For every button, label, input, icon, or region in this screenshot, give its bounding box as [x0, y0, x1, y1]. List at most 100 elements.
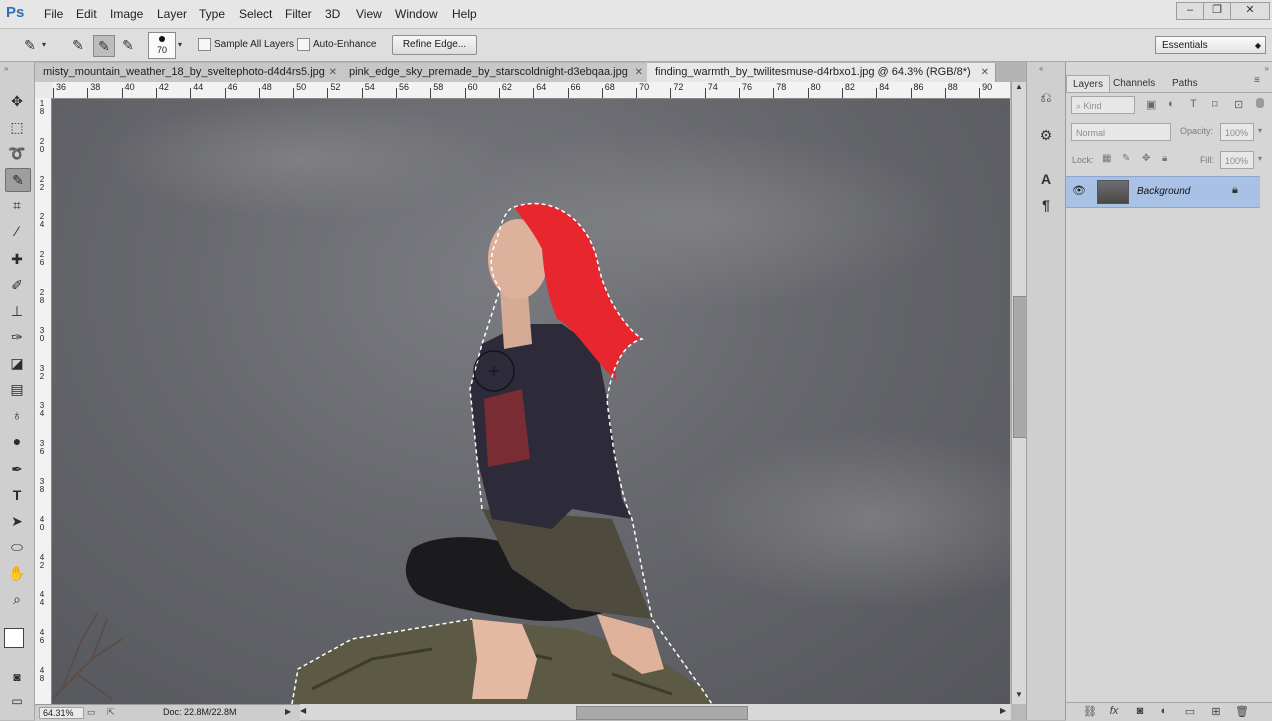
filter-toggle[interactable] [1256, 98, 1264, 108]
status-info-icon[interactable]: ▭ [87, 707, 96, 718]
layer-name[interactable]: Background [1137, 186, 1190, 197]
clone-stamp-tool-icon[interactable]: ⊥ [5, 300, 29, 322]
new-layer-icon[interactable]: ⊞ [1208, 705, 1224, 718]
status-menu-arrow-icon[interactable]: ▶ [285, 707, 291, 716]
menu-image[interactable]: Image [110, 7, 143, 21]
healing-brush-tool-icon[interactable]: ✚ [5, 248, 29, 270]
blend-mode-select[interactable]: Normal [1071, 123, 1171, 141]
sample-all-layers-checkbox[interactable] [198, 38, 211, 51]
horizontal-scrollbar[interactable]: ◀ ▶ [300, 704, 1011, 720]
visibility-eye-icon[interactable]: 👁︎ [1072, 184, 1086, 197]
quick-mask-icon[interactable]: ◙ [5, 666, 29, 688]
vertical-scroll-thumb[interactable] [1013, 296, 1027, 438]
tab-pink-edge-sky[interactable]: pink_edge_sky_premade_by_starscoldnight-… [341, 63, 650, 82]
eraser-tool-icon[interactable]: ◪ [5, 352, 29, 374]
history-brush-tool-icon[interactable]: ✑ [5, 326, 29, 348]
lock-all-icon[interactable]: 🔒︎ [1162, 153, 1167, 164]
vertical-ruler[interactable]: 18 20 22 24 26 28 30 32 34 36 38 40 42 44 46 48 [35, 98, 52, 704]
share-icon[interactable]: ⇱ [107, 707, 115, 718]
lasso-tool-icon[interactable]: ➰ [5, 142, 29, 164]
blur-tool-icon[interactable]: ♁ [5, 404, 29, 426]
tab-misty-mountain[interactable]: misty_mountain_weather_18_by_sveltephoto… [35, 63, 344, 82]
menu-window[interactable]: Window [395, 7, 438, 21]
chevron-down-icon[interactable]: ▾ [1258, 154, 1262, 163]
type-tool-icon[interactable]: T [5, 484, 29, 506]
vertical-scrollbar[interactable]: ▲ ▼ [1011, 82, 1027, 704]
menu-3d[interactable]: 3D [325, 7, 340, 21]
menu-select[interactable]: Select [239, 7, 272, 21]
properties-panel-icon[interactable]: ⚙ [1035, 124, 1057, 146]
subtract-from-selection-icon[interactable]: ✎ [118, 35, 138, 55]
ruler-origin[interactable] [35, 82, 54, 99]
workspace-select[interactable]: Essentials ◆ [1155, 36, 1266, 54]
ellipse-tool-icon[interactable]: ⬭ [5, 536, 29, 558]
close-icon[interactable]: ✕ [635, 63, 643, 82]
dodge-tool-icon[interactable]: ● [5, 430, 29, 452]
path-selection-tool-icon[interactable]: ➤ [5, 510, 29, 532]
panel-menu-icon[interactable]: ≡ [1254, 75, 1260, 86]
history-panel-icon[interactable]: ⎌ [1035, 86, 1057, 108]
brush-tool-icon[interactable]: ✐ [5, 274, 29, 296]
filter-type-icon[interactable]: T [1190, 98, 1197, 110]
foreground-color-swatch[interactable] [4, 628, 24, 648]
filter-smartobject-icon[interactable]: ⊡ [1234, 98, 1243, 111]
character-panel-icon[interactable]: A [1035, 168, 1057, 190]
opacity-input[interactable]: 100% [1220, 123, 1254, 141]
marquee-tool-icon[interactable]: ⬚ [5, 116, 29, 138]
chevron-down-icon[interactable]: ▾ [174, 35, 186, 55]
panel-collapse-icon[interactable]: » [1265, 64, 1269, 73]
tab-layers[interactable]: Layers [1066, 75, 1111, 93]
menu-view[interactable]: View [356, 7, 382, 21]
zoom-tool-icon[interactable]: ⌕ [5, 588, 29, 610]
hand-tool-icon[interactable]: ✋ [5, 562, 29, 584]
menu-file[interactable]: File [44, 7, 63, 21]
close-icon[interactable]: ✕ [329, 63, 337, 82]
menu-type[interactable]: Type [199, 7, 225, 21]
add-to-selection-icon[interactable]: ✎ [93, 35, 115, 57]
tab-paths[interactable]: Paths [1166, 75, 1204, 92]
eyedropper-tool-icon[interactable]: ⁄ [5, 220, 29, 242]
restore-button[interactable]: ❐ [1203, 2, 1231, 20]
paragraph-panel-icon[interactable]: ¶ [1035, 194, 1057, 216]
horizontal-scroll-thumb[interactable] [576, 706, 748, 720]
scroll-down-icon[interactable]: ▼ [1012, 690, 1026, 699]
crop-tool-icon[interactable]: ⌗ [5, 194, 29, 216]
filter-adjustment-icon[interactable]: ◐ [1168, 98, 1175, 110]
group-icon[interactable]: ▭ [1182, 705, 1198, 718]
panel-collapse-icon[interactable]: » [4, 64, 8, 73]
menu-filter[interactable]: Filter [285, 7, 312, 21]
filter-kind-select[interactable]: ⌕ Kind [1071, 96, 1135, 114]
auto-enhance-checkbox[interactable] [297, 38, 310, 51]
layer-row-background[interactable]: 👁︎ Background 🔒︎ [1066, 176, 1260, 208]
gradient-tool-icon[interactable]: ▤ [5, 378, 29, 400]
mask-icon[interactable]: ◙ [1132, 705, 1148, 717]
menu-help[interactable]: Help [452, 7, 477, 21]
scroll-right-icon[interactable]: ▶ [1000, 706, 1006, 715]
lock-position-icon[interactable]: ✥ [1142, 153, 1150, 164]
refine-edge-button[interactable]: Refine Edge... [392, 35, 477, 55]
trash-icon[interactable]: 🗑︎ [1234, 705, 1250, 718]
close-button[interactable]: ✕ [1230, 2, 1270, 20]
fill-input[interactable]: 100% [1220, 151, 1254, 169]
panel-collapse-icon[interactable]: « [1039, 64, 1043, 73]
quick-selection-preset-icon[interactable]: ✎ [20, 35, 40, 55]
adjustment-icon[interactable]: ◐ [1156, 705, 1172, 717]
menu-edit[interactable]: Edit [76, 7, 97, 21]
brush-size-picker[interactable]: 70 [148, 32, 176, 59]
scroll-up-icon[interactable]: ▲ [1012, 82, 1026, 91]
menu-layer[interactable]: Layer [157, 7, 187, 21]
link-icon[interactable]: ⛓ [1082, 705, 1098, 718]
filter-shape-icon[interactable]: ⌑ [1212, 98, 1218, 111]
tab-channels[interactable]: Channels [1107, 75, 1161, 92]
tab-finding-warmth[interactable]: finding_warmth_by_twilitesmuse-d4rbxo1.j… [647, 63, 996, 82]
lock-pixels-icon[interactable]: ✎ [1122, 153, 1130, 164]
zoom-level[interactable]: 64.31% [39, 707, 84, 719]
pen-tool-icon[interactable]: ✒ [5, 458, 29, 480]
new-selection-icon[interactable]: ✎ [68, 35, 88, 55]
quick-selection-tool-icon[interactable]: ✎ [5, 168, 31, 192]
close-icon[interactable]: ✕ [981, 63, 989, 82]
horizontal-ruler[interactable]: 36 38 40 42 44 46 48 50 52 54 56 58 60 62 64 66 68 70 72 74… [53, 82, 1010, 99]
filter-pixel-icon[interactable]: ▣ [1146, 98, 1156, 111]
scroll-left-icon[interactable]: ◀ [300, 706, 306, 715]
move-tool-icon[interactable]: ✥ [5, 90, 29, 112]
